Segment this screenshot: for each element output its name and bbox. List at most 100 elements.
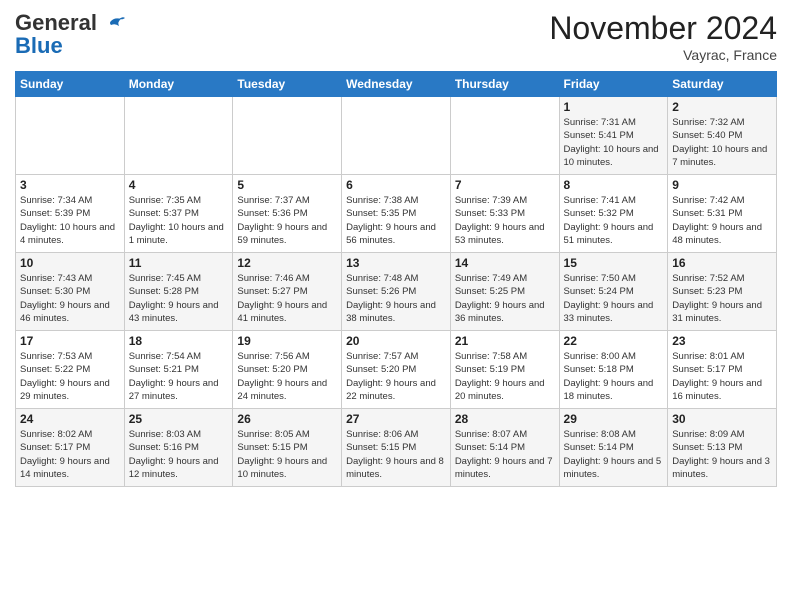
- day-number: 6: [346, 178, 446, 192]
- calendar-cell: 15Sunrise: 7:50 AM Sunset: 5:24 PM Dayli…: [559, 253, 668, 331]
- month-title: November 2024: [549, 10, 777, 47]
- calendar-table: SundayMondayTuesdayWednesdayThursdayFrid…: [15, 71, 777, 487]
- day-info: Sunrise: 7:52 AM Sunset: 5:23 PM Dayligh…: [672, 272, 772, 325]
- day-number: 3: [20, 178, 120, 192]
- day-number: 17: [20, 334, 120, 348]
- calendar-week-row: 3 Sunrise: 7:34 AM Sunset: 5:39 PM Daylig…: [16, 175, 777, 253]
- calendar-cell: 7 Sunrise: 7:39 AM Sunset: 5:33 PM Daylig…: [450, 175, 559, 253]
- calendar-week-row: 1 Sunrise: 7:31 AM Sunset: 5:41 PM Daylig…: [16, 97, 777, 175]
- logo-blue: Blue: [15, 33, 63, 59]
- day-number: 27: [346, 412, 446, 426]
- calendar-cell: [342, 97, 451, 175]
- calendar-cell: [16, 97, 125, 175]
- calendar-cell: [450, 97, 559, 175]
- day-info: Sunrise: 8:08 AM Sunset: 5:14 PM Dayligh…: [564, 428, 664, 481]
- day-number: 5: [237, 178, 337, 192]
- day-info: Sunrise: 7:45 AM Sunset: 5:28 PM Dayligh…: [129, 272, 229, 325]
- day-number: 25: [129, 412, 229, 426]
- main-container: General Blue November 2024 Vayrac, Franc…: [0, 0, 792, 497]
- day-info: Sunrise: 7:50 AM Sunset: 5:24 PM Dayligh…: [564, 272, 664, 325]
- calendar-cell: 6Sunrise: 7:38 AM Sunset: 5:35 PM Daylig…: [342, 175, 451, 253]
- day-info: Sunrise: 8:02 AM Sunset: 5:17 PM Dayligh…: [20, 428, 120, 481]
- day-number: 28: [455, 412, 555, 426]
- weekday-header-cell: Sunday: [16, 72, 125, 97]
- day-info: Sunrise: 7:32 AM Sunset: 5:40 PM Dayligh…: [672, 116, 772, 169]
- day-info: Sunrise: 7:43 AM Sunset: 5:30 PM Dayligh…: [20, 272, 120, 325]
- day-info: Sunrise: 7:57 AM Sunset: 5:20 PM Dayligh…: [346, 350, 446, 403]
- day-number: 2: [672, 100, 772, 114]
- calendar-cell: 25Sunrise: 8:03 AM Sunset: 5:16 PM Dayli…: [124, 409, 233, 487]
- calendar-cell: 19Sunrise: 7:56 AM Sunset: 5:20 PM Dayli…: [233, 331, 342, 409]
- day-number: 8: [564, 178, 664, 192]
- calendar-cell: 3 Sunrise: 7:34 AM Sunset: 5:39 PM Daylig…: [16, 175, 125, 253]
- day-number: 30: [672, 412, 772, 426]
- header: General Blue November 2024 Vayrac, Franc…: [15, 10, 777, 63]
- day-number: 21: [455, 334, 555, 348]
- day-number: 10: [20, 256, 120, 270]
- calendar-cell: 8 Sunrise: 7:41 AM Sunset: 5:32 PM Daylig…: [559, 175, 668, 253]
- calendar-week-row: 24 Sunrise: 8:02 AM Sunset: 5:17 PM Dayli…: [16, 409, 777, 487]
- calendar-cell: 11 Sunrise: 7:45 AM Sunset: 5:28 PM Dayli…: [124, 253, 233, 331]
- day-number: 13: [346, 256, 446, 270]
- calendar-week-row: 17 Sunrise: 7:53 AM Sunset: 5:22 PM Dayli…: [16, 331, 777, 409]
- day-number: 12: [237, 256, 337, 270]
- day-info: Sunrise: 7:34 AM Sunset: 5:39 PM Dayligh…: [20, 194, 120, 247]
- weekday-header-cell: Saturday: [668, 72, 777, 97]
- logo: General Blue: [15, 10, 125, 59]
- day-number: 22: [564, 334, 664, 348]
- day-info: Sunrise: 8:05 AM Sunset: 5:15 PM Dayligh…: [237, 428, 337, 481]
- day-number: 9: [672, 178, 772, 192]
- calendar-cell: 27 Sunrise: 8:06 AM Sunset: 5:15 PM Dayli…: [342, 409, 451, 487]
- weekday-header-cell: Monday: [124, 72, 233, 97]
- weekday-header-cell: Wednesday: [342, 72, 451, 97]
- weekday-header-row: SundayMondayTuesdayWednesdayThursdayFrid…: [16, 72, 777, 97]
- weekday-header-cell: Tuesday: [233, 72, 342, 97]
- day-number: 14: [455, 256, 555, 270]
- calendar-cell: 28 Sunrise: 8:07 AM Sunset: 5:14 PM Dayli…: [450, 409, 559, 487]
- calendar-cell: 5Sunrise: 7:37 AM Sunset: 5:36 PM Daylig…: [233, 175, 342, 253]
- day-info: Sunrise: 7:42 AM Sunset: 5:31 PM Dayligh…: [672, 194, 772, 247]
- weekday-header-cell: Friday: [559, 72, 668, 97]
- day-info: Sunrise: 7:41 AM Sunset: 5:32 PM Dayligh…: [564, 194, 664, 247]
- day-number: 23: [672, 334, 772, 348]
- title-block: November 2024 Vayrac, France: [549, 10, 777, 63]
- calendar-cell: 29 Sunrise: 8:08 AM Sunset: 5:14 PM Dayli…: [559, 409, 668, 487]
- day-info: Sunrise: 7:54 AM Sunset: 5:21 PM Dayligh…: [129, 350, 229, 403]
- calendar-cell: 17 Sunrise: 7:53 AM Sunset: 5:22 PM Dayli…: [16, 331, 125, 409]
- day-info: Sunrise: 7:39 AM Sunset: 5:33 PM Dayligh…: [455, 194, 555, 247]
- calendar-cell: 14Sunrise: 7:49 AM Sunset: 5:25 PM Dayli…: [450, 253, 559, 331]
- day-number: 1: [564, 100, 664, 114]
- calendar-cell: 23 Sunrise: 8:01 AM Sunset: 5:17 PM Dayli…: [668, 331, 777, 409]
- calendar-cell: 16 Sunrise: 7:52 AM Sunset: 5:23 PM Dayli…: [668, 253, 777, 331]
- calendar-cell: 2 Sunrise: 7:32 AM Sunset: 5:40 PM Daylig…: [668, 97, 777, 175]
- day-number: 7: [455, 178, 555, 192]
- day-info: Sunrise: 7:53 AM Sunset: 5:22 PM Dayligh…: [20, 350, 120, 403]
- calendar-week-row: 10 Sunrise: 7:43 AM Sunset: 5:30 PM Dayli…: [16, 253, 777, 331]
- day-info: Sunrise: 7:58 AM Sunset: 5:19 PM Dayligh…: [455, 350, 555, 403]
- day-info: Sunrise: 8:01 AM Sunset: 5:17 PM Dayligh…: [672, 350, 772, 403]
- bird-icon: [103, 15, 125, 37]
- day-info: Sunrise: 7:35 AM Sunset: 5:37 PM Dayligh…: [129, 194, 229, 247]
- calendar-cell: 1 Sunrise: 7:31 AM Sunset: 5:41 PM Daylig…: [559, 97, 668, 175]
- day-number: 11: [129, 256, 229, 270]
- day-info: Sunrise: 8:09 AM Sunset: 5:13 PM Dayligh…: [672, 428, 772, 481]
- day-number: 16: [672, 256, 772, 270]
- day-number: 29: [564, 412, 664, 426]
- day-number: 18: [129, 334, 229, 348]
- calendar-cell: 10 Sunrise: 7:43 AM Sunset: 5:30 PM Dayli…: [16, 253, 125, 331]
- day-number: 20: [346, 334, 446, 348]
- day-number: 26: [237, 412, 337, 426]
- location: Vayrac, France: [549, 47, 777, 63]
- calendar-cell: 24 Sunrise: 8:02 AM Sunset: 5:17 PM Dayli…: [16, 409, 125, 487]
- day-info: Sunrise: 7:31 AM Sunset: 5:41 PM Dayligh…: [564, 116, 664, 169]
- day-info: Sunrise: 8:06 AM Sunset: 5:15 PM Dayligh…: [346, 428, 446, 481]
- day-number: 24: [20, 412, 120, 426]
- calendar-cell: 9 Sunrise: 7:42 AM Sunset: 5:31 PM Daylig…: [668, 175, 777, 253]
- day-info: Sunrise: 8:07 AM Sunset: 5:14 PM Dayligh…: [455, 428, 555, 481]
- calendar-cell: 26 Sunrise: 8:05 AM Sunset: 5:15 PM Dayli…: [233, 409, 342, 487]
- calendar-cell: 13Sunrise: 7:48 AM Sunset: 5:26 PM Dayli…: [342, 253, 451, 331]
- calendar-cell: 20 Sunrise: 7:57 AM Sunset: 5:20 PM Dayli…: [342, 331, 451, 409]
- calendar-cell: 30 Sunrise: 8:09 AM Sunset: 5:13 PM Dayli…: [668, 409, 777, 487]
- calendar-cell: 21 Sunrise: 7:58 AM Sunset: 5:19 PM Dayli…: [450, 331, 559, 409]
- calendar-cell: 18 Sunrise: 7:54 AM Sunset: 5:21 PM Dayli…: [124, 331, 233, 409]
